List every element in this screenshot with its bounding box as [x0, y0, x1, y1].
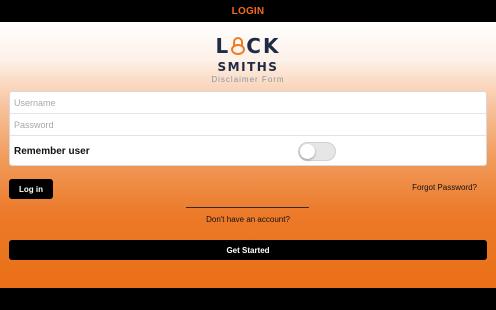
locksmiths-logo: L CK SMITHS Disclaimer Form	[0, 36, 496, 84]
top-bar: LOGIN	[0, 0, 496, 22]
login-screen: L CK SMITHS Disclaimer Form Remember use…	[0, 22, 496, 288]
get-started-button[interactable]: Get Started	[9, 240, 487, 260]
username-field[interactable]	[10, 92, 486, 114]
logo-text-right: CK	[246, 34, 281, 58]
remember-user-toggle[interactable]	[298, 141, 336, 161]
bottom-bar	[0, 288, 496, 310]
logo-subtitle: Disclaimer Form	[211, 75, 285, 84]
password-field[interactable]	[10, 114, 486, 136]
login-button[interactable]: Log in	[9, 179, 53, 199]
no-account-text: Don't have an account?	[206, 215, 290, 224]
remember-user-label: Remember user	[14, 145, 90, 157]
page-title: LOGIN	[231, 5, 265, 17]
logo-text-left: L	[215, 34, 231, 58]
remember-user-row: Remember user	[10, 136, 486, 166]
toggle-knob	[300, 143, 315, 159]
logo-wordmark: L CK	[216, 36, 281, 56]
padlock-icon	[231, 37, 246, 55]
forgot-password-link[interactable]: Forgot Password?	[412, 183, 477, 192]
divider	[186, 207, 309, 208]
logo-text-line2: SMITHS	[217, 60, 279, 74]
login-form: Remember user	[9, 91, 487, 166]
